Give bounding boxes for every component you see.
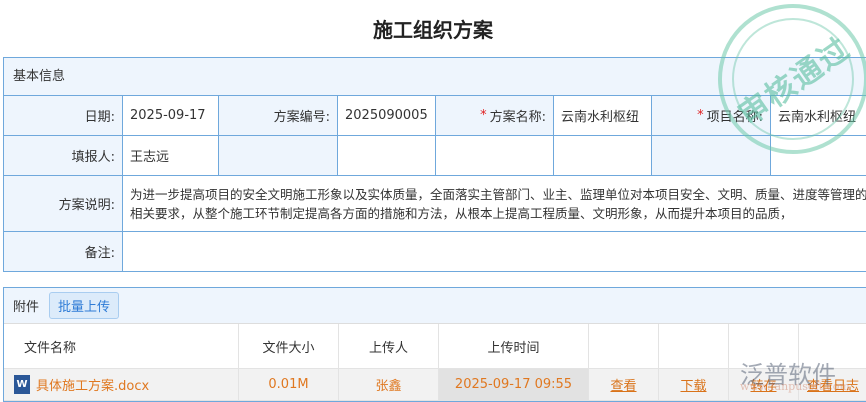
view-log-link[interactable]: 查看日志 [807, 375, 859, 394]
reporter-label: 填报人: [4, 136, 123, 175]
empty-label [652, 136, 771, 175]
file-name-cell: W 具体施工方案.docx [4, 369, 239, 400]
date-value[interactable]: 2025-09-17 [123, 96, 219, 135]
project-name-label: * 项目名称: [652, 96, 771, 135]
desc-value[interactable]: 为进一步提高项目的安全文明施工形象以及实体质量，全面落实主管部门、业主、监理单位… [123, 176, 866, 231]
empty-value [771, 136, 866, 175]
plan-no-value[interactable]: 2025090005 [338, 96, 436, 135]
required-mark: * [697, 108, 704, 123]
plan-name-label-text: 方案名称: [489, 110, 546, 125]
attachments-panel: 附件 批量上传 文件名称 文件大小 上传人 上传时间 W 具体施工方案.docx… [3, 287, 866, 402]
col-action [799, 324, 866, 368]
date-label: 日期: [4, 96, 123, 135]
empty-label [219, 136, 338, 175]
word-file-icon: W [14, 375, 30, 394]
plan-name-label: * 方案名称: [436, 96, 554, 135]
upload-time: 2025-09-17 09:55 [439, 369, 589, 400]
required-mark: * [480, 108, 487, 123]
table-header: 文件名称 文件大小 上传人 上传时间 [4, 324, 866, 369]
file-name-link[interactable]: 具体施工方案.docx [36, 375, 149, 394]
empty-cell [554, 136, 652, 175]
col-action [659, 324, 729, 368]
plan-no-label: 方案编号: [219, 96, 338, 135]
download-link[interactable]: 下载 [680, 375, 706, 394]
section-header: 基本信息 [4, 58, 866, 96]
basic-info-form: 基本信息 日期: 2025-09-17 方案编号: 2025090005 * 方案… [3, 57, 866, 272]
remark-value[interactable] [123, 232, 866, 271]
attachments-label: 附件 [13, 300, 40, 315]
col-action [589, 324, 659, 368]
view-link[interactable]: 查看 [610, 375, 636, 394]
desc-label: 方案说明: [4, 176, 123, 231]
project-name-value[interactable]: 云南水利枢纽 [771, 96, 866, 135]
col-action [729, 324, 799, 368]
empty-value [338, 136, 436, 175]
batch-upload-button[interactable]: 批量上传 [49, 292, 120, 319]
table-row: W 具体施工方案.docx 0.01M 张鑫 2025-09-17 09:55 … [4, 369, 866, 401]
col-file-name: 文件名称 [4, 324, 239, 368]
save-link[interactable]: 转存 [750, 375, 776, 394]
project-name-label-text: 项目名称: [706, 110, 763, 125]
col-upload-time: 上传时间 [439, 324, 589, 368]
empty-cell [436, 136, 554, 175]
plan-name-value[interactable]: 云南水利枢纽 [554, 96, 652, 135]
uploader: 张鑫 [339, 369, 439, 400]
reporter-value[interactable]: 王志远 [123, 136, 219, 175]
col-uploader: 上传人 [339, 324, 439, 368]
file-size: 0.01M [239, 369, 339, 400]
page-title: 施工组织方案 [373, 18, 493, 42]
col-file-size: 文件大小 [239, 324, 339, 368]
remark-label: 备注: [4, 232, 123, 271]
